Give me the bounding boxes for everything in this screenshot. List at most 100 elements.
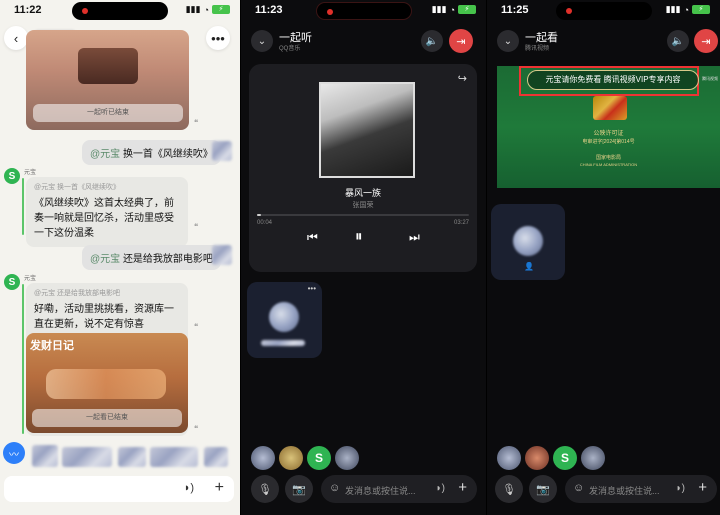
- participant-tile[interactable]: •••: [247, 282, 322, 358]
- movie-share-card[interactable]: 发财日记 一起看已结束: [26, 333, 188, 433]
- user-avatar[interactable]: [212, 141, 232, 161]
- recording-dot-icon: [326, 9, 333, 15]
- speaker-button[interactable]: 🔈: [667, 30, 689, 52]
- progress-bar[interactable]: [257, 214, 469, 216]
- cert-title: 公映许可证: [593, 131, 624, 137]
- quote-icon[interactable]: ❝: [194, 322, 198, 331]
- input-placeholder: 发消息或按住说...: [589, 486, 660, 496]
- previous-track-button[interactable]: ⏮: [307, 230, 318, 245]
- shortcut-icon[interactable]: 〰: [3, 442, 25, 464]
- listen-together-panel: 11:23 ▮▮▮ ◔ ⚡ ⌄ 一起听 QQ音乐 🔈 ⇥ ↪ 暴风一族 张国荣 …: [241, 0, 486, 515]
- voice-icon[interactable]: ◗): [184, 482, 194, 494]
- collapse-button[interactable]: ⌄: [251, 30, 273, 52]
- watch-ended-label: 一起看已结束: [32, 409, 182, 427]
- shortcut-blurred[interactable]: [118, 447, 146, 467]
- bot-message[interactable]: @元宝 换一首《风继续吹》 《风继续吹》这首太经典了，前奏一响就是回忆杀，活动里…: [26, 177, 188, 247]
- music-share-card[interactable]: 一起听已结束: [26, 30, 189, 130]
- mic-off-button[interactable]: 🎙: [495, 475, 523, 503]
- album-cover[interactable]: [319, 82, 415, 178]
- voice-icon[interactable]: ◗): [436, 483, 445, 494]
- member-avatar[interactable]: [525, 446, 549, 470]
- status-bar: 11:25 ▮▮▮ ◔ ⚡: [487, 0, 720, 22]
- battery-charging-icon: ⚡: [212, 5, 230, 14]
- yuanbao-avatar[interactable]: S: [307, 446, 331, 470]
- back-button[interactable]: ‹: [4, 26, 28, 50]
- user-message[interactable]: @元宝 换一首《风继续吹》: [82, 140, 221, 165]
- yuanbao-avatar[interactable]: S: [4, 168, 20, 184]
- shortcut-blurred[interactable]: [204, 447, 228, 467]
- movie-poster-figures: [46, 369, 166, 399]
- status-time: 11:22: [14, 4, 42, 16]
- message-input[interactable]: ☺ 发消息或按住说... ◗) +: [321, 475, 477, 503]
- signal-icon: ▮▮▮: [185, 4, 201, 14]
- member-avatar[interactable]: [335, 446, 359, 470]
- camera-off-button[interactable]: 📷: [285, 475, 313, 503]
- time-total: 03:27: [453, 220, 469, 226]
- user-avatar[interactable]: [212, 245, 232, 265]
- bot-name: 元宝: [24, 276, 37, 282]
- message-text: 还是给我放部电影吧: [122, 254, 213, 265]
- battery-charging-icon: ⚡: [692, 5, 710, 14]
- quote-icon[interactable]: ❝: [194, 424, 198, 433]
- camera-off-button[interactable]: 📷: [529, 475, 557, 503]
- member-avatar[interactable]: [279, 446, 303, 470]
- message-input[interactable]: ◗) +: [4, 476, 234, 502]
- more-button[interactable]: •••: [206, 26, 230, 50]
- quote-icon[interactable]: ❝: [194, 118, 198, 127]
- recording-dot-icon: [565, 8, 572, 14]
- participant-tile[interactable]: 👤: [491, 204, 565, 280]
- signal-icon: ▮▮▮: [431, 4, 447, 14]
- video-player[interactable]: 元宝请你免费看 腾讯视频VIP专享内容 腾讯视频 公映许可证 电审进字[2024…: [497, 66, 720, 188]
- exit-button[interactable]: ⇥: [694, 29, 718, 53]
- page-subtitle: 腾讯视频: [525, 46, 550, 52]
- mic-off-button[interactable]: 🎙: [251, 475, 279, 503]
- cert-org: 国家电影局: [595, 155, 621, 161]
- watermark: 腾讯视频: [702, 76, 718, 81]
- more-icon[interactable]: •••: [308, 284, 316, 293]
- shortcut-blurred[interactable]: [62, 447, 112, 467]
- listen-ended-label: 一起听已结束: [33, 104, 183, 122]
- user-message[interactable]: @元宝 还是给我放部电影吧: [82, 245, 221, 270]
- plus-icon[interactable]: +: [698, 479, 707, 496]
- dynamic-island: [555, 2, 652, 20]
- member-avatar[interactable]: [251, 446, 275, 470]
- plus-icon[interactable]: +: [458, 479, 467, 496]
- quote-icon[interactable]: ❝: [194, 222, 198, 231]
- status-bar: 11:23 ▮▮▮ ◔ ⚡: [241, 0, 486, 22]
- speaker-button[interactable]: 🔈: [421, 30, 443, 52]
- quoted-message: @元宝 换一首《风继续吹》: [34, 184, 121, 191]
- battery-charging-icon: ⚡: [458, 5, 476, 14]
- vip-banner[interactable]: 元宝请你免费看 腾讯视频VIP专享内容: [527, 70, 699, 90]
- status-icons: ▮▮▮ ◔ ⚡: [666, 4, 710, 15]
- emoji-icon[interactable]: ☺: [329, 482, 340, 494]
- mention: @元宝: [90, 254, 121, 265]
- member-avatar[interactable]: [497, 446, 521, 470]
- wifi-icon: ◔: [683, 4, 689, 15]
- pause-button[interactable]: ⏸: [355, 228, 363, 245]
- page-subtitle: QQ音乐: [279, 46, 301, 52]
- member-avatar[interactable]: [581, 446, 605, 470]
- status-icons: ▮▮▮ ◔ ⚡: [432, 4, 476, 15]
- status-icons: ▮▮▮ ◔ ⚡: [186, 4, 230, 15]
- time-current: 00:04: [257, 220, 273, 226]
- participant-avatar: [513, 226, 543, 256]
- yuanbao-avatar[interactable]: S: [553, 446, 577, 470]
- yuanbao-avatar[interactable]: S: [4, 274, 20, 290]
- next-track-button[interactable]: ⏭: [409, 230, 420, 245]
- plus-icon[interactable]: +: [215, 479, 224, 497]
- music-player-card: ↪ 暴风一族 张国荣 00:04 03:27 ⏮ ⏸ ⏭: [249, 64, 477, 272]
- wifi-icon: ◔: [449, 4, 455, 15]
- participant-name-blurred: [261, 340, 305, 346]
- message-input[interactable]: ☺ 发消息或按住说... ◗) +: [565, 475, 717, 503]
- shortcut-blurred[interactable]: [32, 445, 58, 467]
- voice-icon[interactable]: ◗): [676, 483, 685, 494]
- movie-title: 发财日记: [30, 340, 74, 352]
- collapse-button[interactable]: ⌄: [497, 30, 519, 52]
- bot-accent-bar: [22, 284, 24, 434]
- shortcut-blurred[interactable]: [150, 447, 198, 467]
- screenshot-root: 11:22 ▮▮▮ ◔ ⚡ ‹ ••• 一起听已结束 ❝ @元宝 换一首《风继续…: [0, 0, 720, 515]
- status-time: 11:25: [501, 4, 529, 16]
- share-icon[interactable]: ↪: [458, 72, 467, 85]
- exit-button[interactable]: ⇥: [449, 29, 473, 53]
- emoji-icon[interactable]: ☺: [573, 482, 584, 494]
